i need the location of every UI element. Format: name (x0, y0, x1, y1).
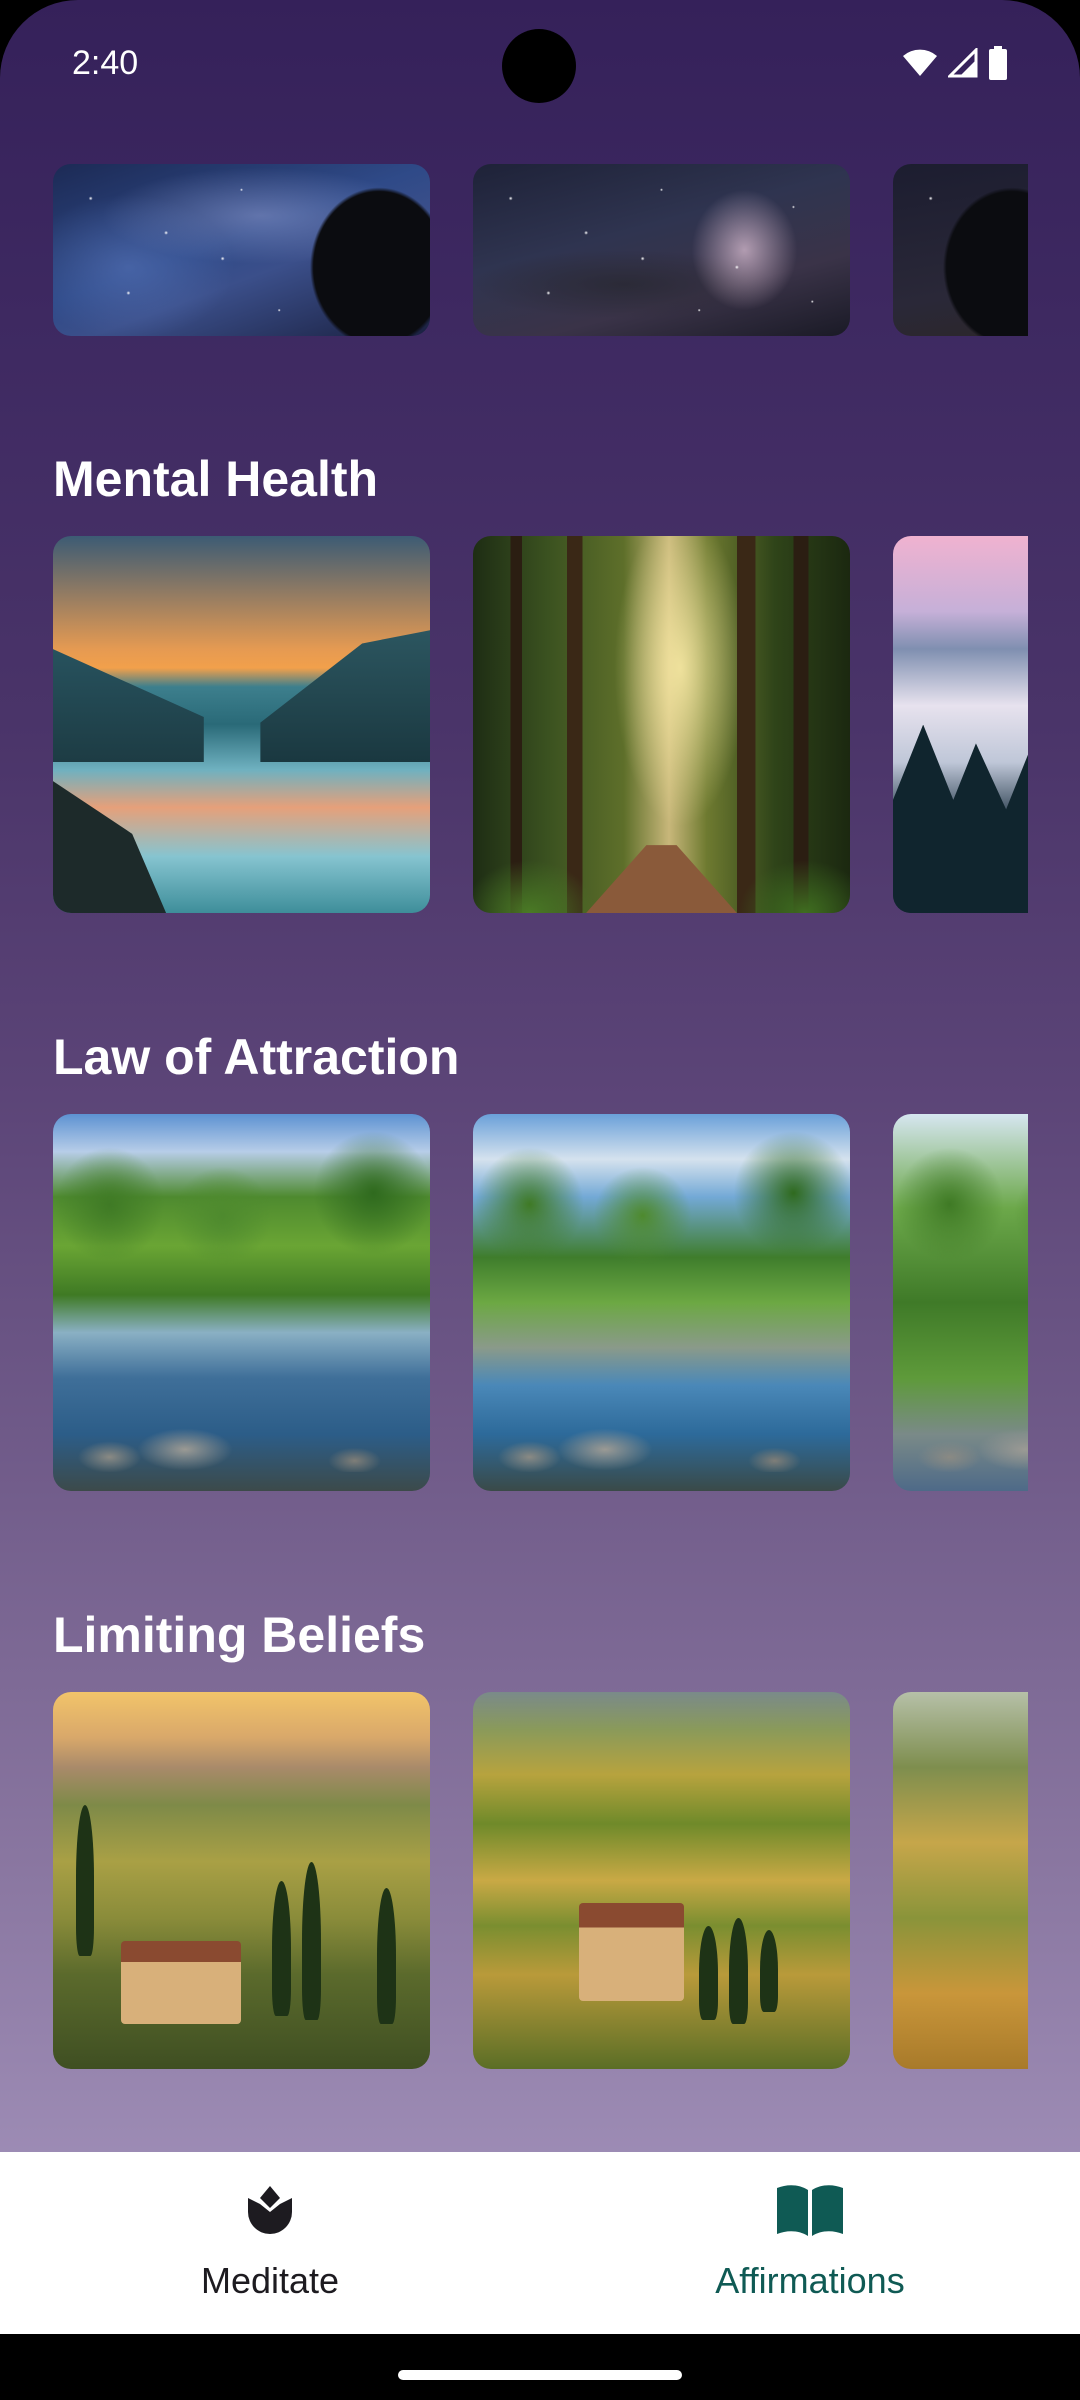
system-gesture-area (0, 2334, 1080, 2400)
cypress-tree (759, 1929, 779, 2013)
rock-foreground (53, 781, 167, 913)
card-tuscany-villa-1[interactable] (53, 1692, 430, 2069)
pine-silhouettes (893, 724, 1028, 913)
home-gesture-bar[interactable] (398, 2370, 682, 2380)
app-screen: Mental Health Law of Attraction Limiting… (0, 0, 1080, 2400)
rocks (53, 1396, 430, 1473)
carousel-limiting-beliefs[interactable] (53, 1692, 1028, 2069)
status-time: 2:40 (72, 44, 139, 82)
carousel-mental-health[interactable] (53, 536, 1028, 913)
battery-icon (989, 46, 1007, 80)
trees (473, 1114, 850, 1341)
rocks (893, 1396, 1028, 1473)
cypress-tree (301, 1861, 321, 2020)
nav-label-affirmations: Affirmations (715, 2260, 905, 2301)
camera-cutout (502, 29, 576, 103)
section-title-law-of-attraction: Law of Attraction (53, 1029, 460, 1085)
card-tuscany-villa-2[interactable] (473, 1692, 850, 2069)
nav-item-affirmations[interactable]: Affirmations (540, 2152, 1080, 2334)
section-title-limiting-beliefs: Limiting Beliefs (53, 1607, 426, 1663)
rocks (473, 1396, 850, 1473)
wifi-icon (903, 49, 937, 76)
cypress-tree (271, 1880, 291, 2017)
trees (893, 1114, 1028, 1341)
card-garden-stream-1[interactable] (53, 1114, 430, 1491)
villa (120, 1940, 242, 2024)
card-night-sky-2[interactable] (473, 164, 850, 336)
card-tuscany-hills-3[interactable] (893, 1692, 1028, 2069)
tree-silhouette (893, 164, 1028, 336)
mountain-right (260, 630, 430, 763)
nav-label-meditate: Meditate (200, 2260, 340, 2301)
card-garden-stream-3[interactable] (893, 1114, 1028, 1491)
bottom-navigation: Meditate Affirmations (0, 2152, 1080, 2334)
stars-decoration (473, 164, 850, 336)
card-forest-path[interactable] (473, 536, 850, 913)
cypress-tree (729, 1918, 749, 2024)
trees (53, 1114, 430, 1341)
card-garden-stream-2[interactable] (473, 1114, 850, 1491)
cypress-tree (377, 1888, 397, 2024)
status-icons (902, 46, 1008, 80)
status-bar: 2:40 (0, 0, 1080, 130)
nav-item-meditate[interactable]: Meditate (0, 2152, 540, 2334)
meditation-feed[interactable]: Mental Health Law of Attraction Limiting… (0, 0, 1080, 2150)
lotus-icon (242, 2178, 298, 2242)
open-book-icon (775, 2178, 845, 2242)
mountain-left (53, 649, 204, 763)
carousel-law-of-attraction[interactable] (53, 1114, 1028, 1491)
card-misty-pines[interactable] (893, 536, 1028, 913)
card-night-sky-3[interactable] (893, 164, 1028, 336)
card-lake-sunset[interactable] (53, 536, 430, 913)
tree-silhouette (260, 164, 430, 336)
card-night-sky-1[interactable] (53, 164, 430, 336)
signal-icon (948, 48, 978, 78)
carousel-night-sky[interactable] (53, 164, 1028, 336)
section-title-mental-health: Mental Health (53, 451, 379, 507)
cypress-tree (75, 1805, 95, 1956)
villa (578, 1903, 685, 2002)
cypress-tree (699, 1925, 719, 2020)
